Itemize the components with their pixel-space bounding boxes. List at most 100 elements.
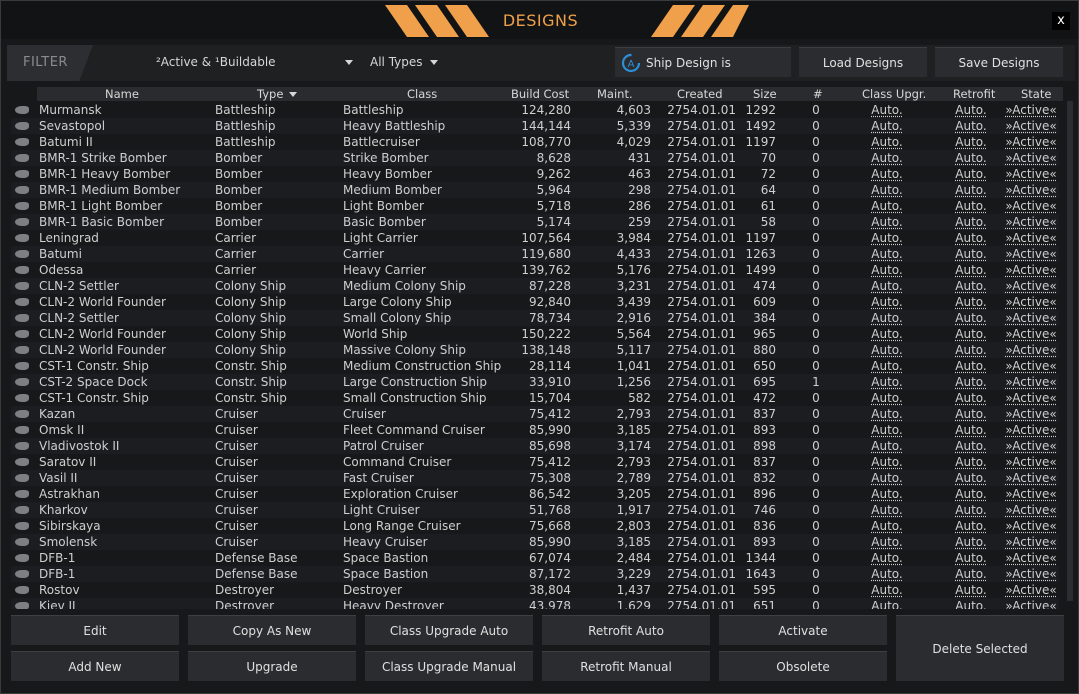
activate-button[interactable]: Activate <box>719 615 887 645</box>
table-row[interactable]: CLN-2 Settler Colony Ship Medium Colony Sh… <box>11 278 1059 294</box>
cell-retrofit[interactable]: Auto. <box>931 582 1011 598</box>
edit-button[interactable]: Edit <box>11 615 179 645</box>
cell-state[interactable]: »Active« <box>1001 342 1061 358</box>
cell-class-upgrade[interactable]: Auto. <box>847 518 927 534</box>
cell-retrofit[interactable]: Auto. <box>931 470 1011 486</box>
cell-retrofit[interactable]: Auto. <box>931 422 1011 438</box>
table-row[interactable]: BMR-1 Heavy Bomber Bomber Heavy Bomber 9,26… <box>11 166 1059 182</box>
cell-class-upgrade[interactable]: Auto. <box>847 438 927 454</box>
cell-retrofit[interactable]: Auto. <box>931 214 1011 230</box>
cell-state[interactable]: »Active« <box>1001 102 1061 118</box>
column-header-maint[interactable]: Maint. <box>597 87 633 101</box>
table-row[interactable]: Vladivostok II Cruiser Patrol Cruiser 85,69… <box>11 438 1059 454</box>
table-row[interactable]: CLN-2 World Founder Colony Ship Large Colo… <box>11 294 1059 310</box>
cell-state[interactable]: »Active« <box>1001 182 1061 198</box>
table-row[interactable]: Omsk II Cruiser Fleet Command Cruiser 85,99… <box>11 422 1059 438</box>
cell-retrofit[interactable]: Auto. <box>931 374 1011 390</box>
class-upgrade-auto-button[interactable]: Class Upgrade Auto <box>365 615 533 645</box>
cell-class-upgrade[interactable]: Auto. <box>847 422 927 438</box>
table-row[interactable]: BMR-1 Medium Bomber Bomber Medium Bomber 5,… <box>11 182 1059 198</box>
cell-state[interactable]: »Active« <box>1001 358 1061 374</box>
table-row[interactable]: Sevastopol Battleship Heavy Battleship 144,… <box>11 118 1059 134</box>
cell-state[interactable]: »Active« <box>1001 310 1061 326</box>
cell-retrofit[interactable]: Auto. <box>931 182 1011 198</box>
table-row[interactable]: Batumi Carrier Carrier 119,680 4,433 2754.01.… <box>11 246 1059 262</box>
add-new-button[interactable]: Add New <box>11 651 179 681</box>
cell-state[interactable]: »Active« <box>1001 150 1061 166</box>
cell-state[interactable]: »Active« <box>1001 486 1061 502</box>
cell-class-upgrade[interactable]: Auto. <box>847 486 927 502</box>
table-row[interactable]: Murmansk Battleship Battleship 124,280 4,603… <box>11 102 1059 118</box>
cell-state[interactable]: »Active« <box>1001 134 1061 150</box>
table-row[interactable]: BMR-1 Basic Bomber Bomber Basic Bomber 5,17… <box>11 214 1059 230</box>
obsolete-button[interactable]: Obsolete <box>719 651 887 681</box>
cell-class-upgrade[interactable]: Auto. <box>847 374 927 390</box>
cell-retrofit[interactable]: Auto. <box>931 310 1011 326</box>
table-row[interactable]: Sibirskaya Cruiser Long Range Cruiser 75,66… <box>11 518 1059 534</box>
cell-retrofit[interactable]: Auto. <box>931 262 1011 278</box>
table-row[interactable]: CLN-2 World Founder Colony Ship World Ship… <box>11 326 1059 342</box>
cell-state[interactable]: »Active« <box>1001 390 1061 406</box>
cell-state[interactable]: »Active« <box>1001 214 1061 230</box>
class-upgrade-manual-button[interactable]: Class Upgrade Manual <box>365 651 533 681</box>
cell-state[interactable]: »Active« <box>1001 374 1061 390</box>
cell-retrofit[interactable]: Auto. <box>931 390 1011 406</box>
cell-retrofit[interactable]: Auto. <box>931 438 1011 454</box>
cell-class-upgrade[interactable]: Auto. <box>847 294 927 310</box>
delete-selected-button[interactable]: Delete Selected <box>896 615 1064 681</box>
cell-state[interactable]: »Active« <box>1001 198 1061 214</box>
column-header-retrofit[interactable]: Retrofit <box>953 87 995 101</box>
cell-class-upgrade[interactable]: Auto. <box>847 198 927 214</box>
table-row[interactable]: Batumi II Battleship Battlecruiser 108,770 4… <box>11 134 1059 150</box>
cell-retrofit[interactable]: Auto. <box>931 326 1011 342</box>
retrofit-manual-button[interactable]: Retrofit Manual <box>542 651 710 681</box>
cell-class-upgrade[interactable]: Auto. <box>847 278 927 294</box>
table-row[interactable]: Kazan Cruiser Cruiser 75,412 2,793 2754.01.01… <box>11 406 1059 422</box>
cell-state[interactable]: »Active« <box>1001 278 1061 294</box>
column-header-size[interactable]: Size <box>753 87 777 101</box>
cell-retrofit[interactable]: Auto. <box>931 502 1011 518</box>
table-row[interactable]: CST-2 Space Dock Constr. Ship Large Constr… <box>11 374 1059 390</box>
cell-retrofit[interactable]: Auto. <box>931 406 1011 422</box>
cell-class-upgrade[interactable]: Auto. <box>847 150 927 166</box>
cell-state[interactable]: »Active« <box>1001 326 1061 342</box>
status-filter-dropdown[interactable]: ²Active & ¹Buildable <box>156 55 354 69</box>
cell-retrofit[interactable]: Auto. <box>931 294 1011 310</box>
table-scrollbar[interactable] <box>1067 101 1073 601</box>
close-button[interactable]: x <box>1052 12 1070 30</box>
table-row[interactable]: Rostov Destroyer Destroyer 38,804 1,437 2754.… <box>11 582 1059 598</box>
cell-retrofit[interactable]: Auto. <box>931 118 1011 134</box>
table-row[interactable]: Kharkov Cruiser Light Cruiser 51,768 1,917 27… <box>11 502 1059 518</box>
cell-class-upgrade[interactable]: Auto. <box>847 390 927 406</box>
cell-state[interactable]: »Active« <box>1001 566 1061 582</box>
table-row[interactable]: Smolensk Cruiser Heavy Cruiser 85,990 3,185 2… <box>11 534 1059 550</box>
table-row[interactable]: BMR-1 Light Bomber Bomber Light Bomber 5,71… <box>11 198 1059 214</box>
cell-class-upgrade[interactable]: Auto. <box>847 182 927 198</box>
cell-retrofit[interactable]: Auto. <box>931 102 1011 118</box>
cell-class-upgrade[interactable]: Auto. <box>847 326 927 342</box>
column-header-type[interactable]: Type <box>257 87 298 101</box>
retrofit-auto-button[interactable]: Retrofit Auto <box>542 615 710 645</box>
cell-state[interactable]: »Active« <box>1001 406 1061 422</box>
cell-retrofit[interactable]: Auto. <box>931 486 1011 502</box>
cell-class-upgrade[interactable]: Auto. <box>847 246 927 262</box>
column-header-build-cost[interactable]: Build Cost <box>511 87 569 101</box>
cell-retrofit[interactable]: Auto. <box>931 598 1011 609</box>
cell-retrofit[interactable]: Auto. <box>931 278 1011 294</box>
cell-class-upgrade[interactable]: Auto. <box>847 582 927 598</box>
load-designs-button[interactable]: Load Designs <box>799 47 927 77</box>
cell-class-upgrade[interactable]: Auto. <box>847 342 927 358</box>
cell-class-upgrade[interactable]: Auto. <box>847 214 927 230</box>
cell-class-upgrade[interactable]: Auto. <box>847 230 927 246</box>
cell-retrofit[interactable]: Auto. <box>931 230 1011 246</box>
cell-class-upgrade[interactable]: Auto. <box>847 534 927 550</box>
cell-class-upgrade[interactable]: Auto. <box>847 118 927 134</box>
save-designs-button[interactable]: Save Designs <box>935 47 1063 77</box>
cell-state[interactable]: »Active« <box>1001 550 1061 566</box>
cell-retrofit[interactable]: Auto. <box>931 150 1011 166</box>
table-row[interactable]: CST-1 Constr. Ship Constr. Ship Medium Con… <box>11 358 1059 374</box>
cell-class-upgrade[interactable]: Auto. <box>847 470 927 486</box>
cell-state[interactable]: »Active« <box>1001 582 1061 598</box>
table-row[interactable]: DFB-1 Defense Base Space Bastion 87,172 3,22… <box>11 566 1059 582</box>
table-row[interactable]: Vasil II Cruiser Fast Cruiser 75,308 2,789 27… <box>11 470 1059 486</box>
